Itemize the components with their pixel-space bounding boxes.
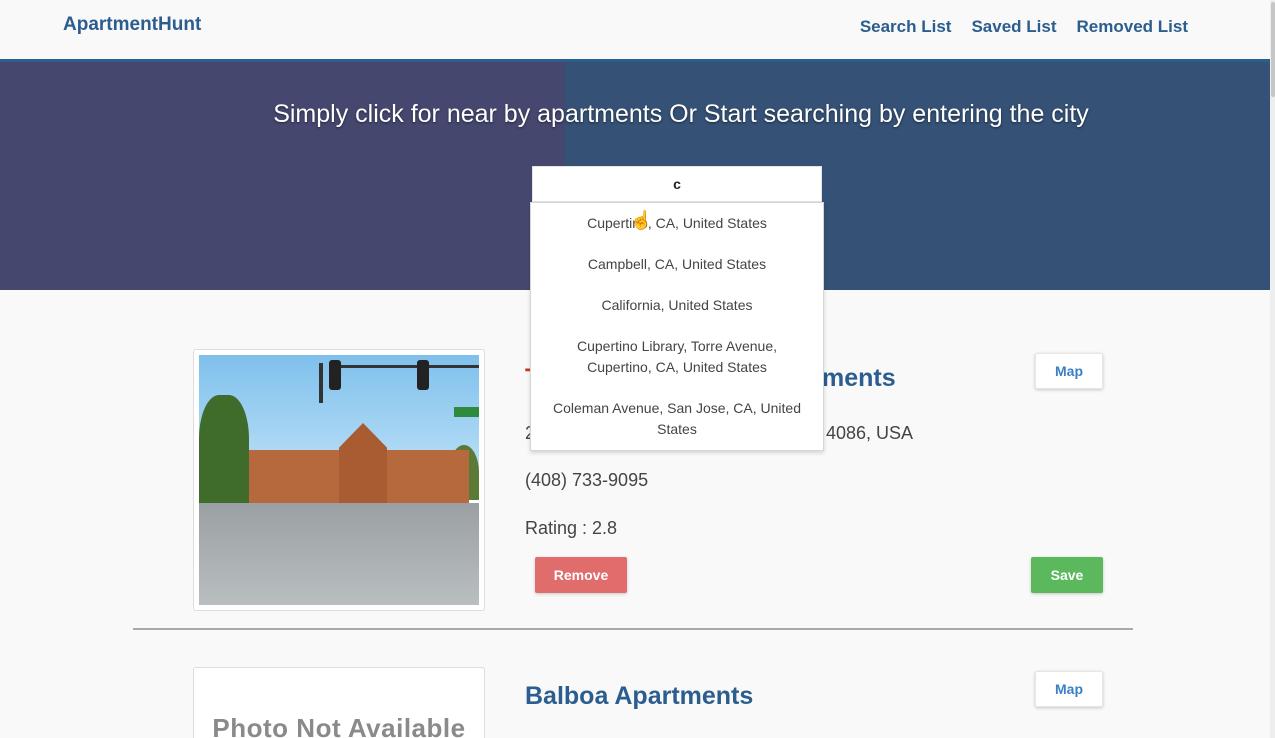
scrollbar-track[interactable] [1270, 0, 1275, 738]
nav-search-list[interactable]: Search List [860, 17, 952, 37]
autocomplete-dropdown: Cupertino, CA, United States Campbell, C… [530, 202, 824, 451]
hero-headline: Simply click for near by apartments Or S… [273, 100, 1089, 128]
remove-button[interactable]: Remove [535, 557, 627, 593]
listing-rating: Rating : 2.8 [525, 518, 618, 538]
hand-pointer-icon: ☝ [630, 210, 653, 230]
suggestion-item[interactable]: Campbell, CA, United States [531, 254, 823, 275]
city-search-input[interactable] [532, 166, 822, 202]
photo-placeholder: Photo Not Available [212, 713, 466, 738]
scrollbar-thumb[interactable] [1271, 2, 1275, 97]
listing-photo: Photo Not Available [193, 667, 485, 738]
map-button[interactable]: Map [1035, 353, 1103, 389]
brand-logo[interactable]: ApartmentHunt [63, 14, 201, 36]
save-button[interactable]: Save [1031, 557, 1103, 593]
listing-address-end: 4086, USA [826, 423, 914, 443]
nav-saved-list[interactable]: Saved List [971, 17, 1056, 37]
listing-phone: (408) 733-9095 [525, 470, 649, 490]
apartment-photo [199, 355, 479, 605]
hero-left-panel [0, 62, 565, 290]
navbar: ApartmentHunt Search List Saved List Rem… [0, 0, 1270, 59]
listing-title: Balboa Apartments [525, 682, 754, 710]
listing-photo [193, 349, 485, 611]
nav-links: Search List Saved List Removed List [860, 17, 1188, 37]
suggestion-item[interactable]: Coleman Avenue, San Jose, CA, United Sta… [531, 398, 823, 440]
suggestion-item[interactable]: Cupertino Library, Torre Avenue, Cuperti… [531, 336, 823, 378]
listing-divider [133, 628, 1133, 630]
suggestion-item[interactable]: California, United States [531, 295, 823, 316]
suggestion-item[interactable]: Cupertino, CA, United States [531, 213, 823, 234]
map-button[interactable]: Map [1035, 671, 1103, 707]
nav-removed-list[interactable]: Removed List [1077, 17, 1188, 37]
listing-title-end: ments [822, 364, 896, 392]
